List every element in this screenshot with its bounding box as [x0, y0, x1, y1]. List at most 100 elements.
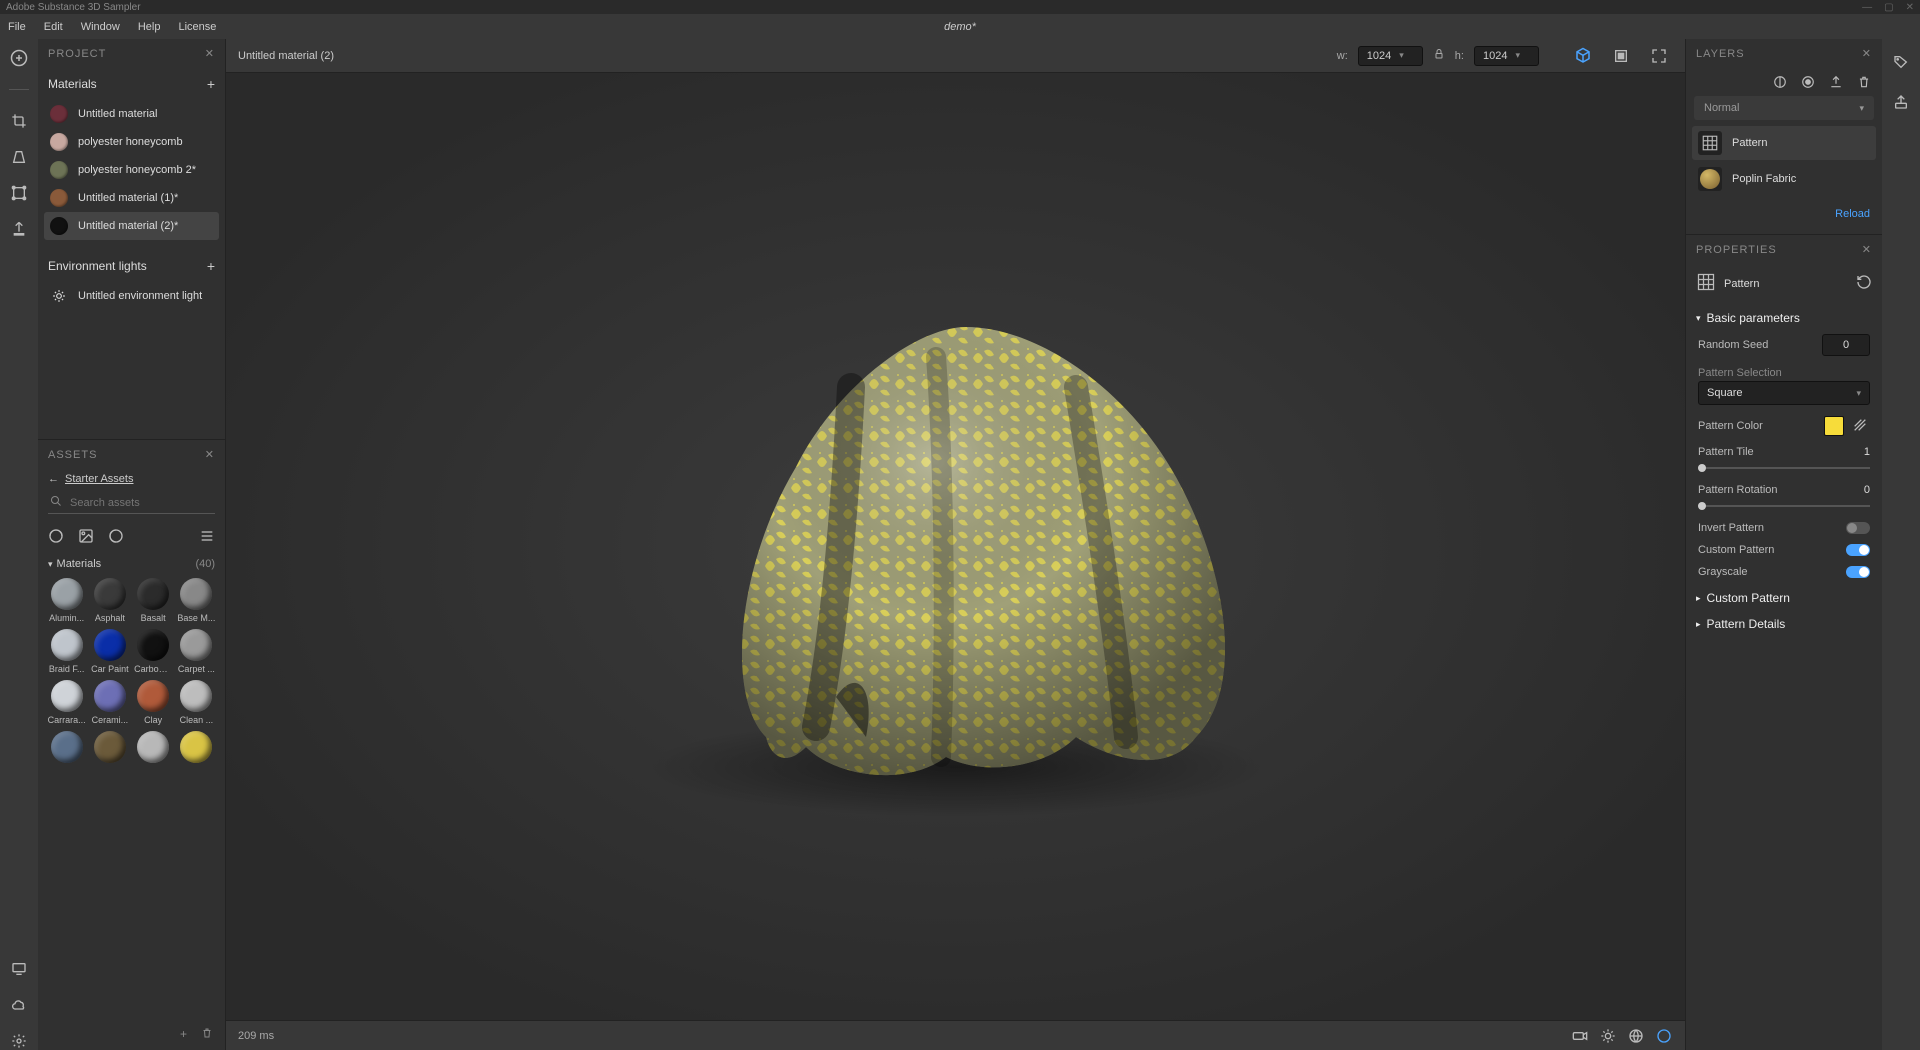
- asset-item[interactable]: Clay: [133, 680, 174, 725]
- layer-mask-icon[interactable]: [1800, 74, 1816, 90]
- pattern-details-section[interactable]: ▸ Pattern Details: [1686, 609, 1882, 635]
- asset-item[interactable]: Alumin...: [46, 578, 87, 623]
- view-3d-icon[interactable]: [1569, 42, 1597, 70]
- asset-label: Base M...: [177, 613, 215, 623]
- grayscale-toggle[interactable]: [1846, 566, 1870, 578]
- display-settings-icon[interactable]: [1627, 1027, 1645, 1045]
- breadcrumb-link[interactable]: Starter Assets: [65, 473, 133, 485]
- asset-item[interactable]: [133, 731, 174, 766]
- close-layers-icon[interactable]: ✕: [1862, 47, 1872, 60]
- filter-image-icon[interactable]: [78, 528, 94, 544]
- asset-item[interactable]: Carrara...: [46, 680, 87, 725]
- asset-item[interactable]: [176, 731, 217, 766]
- env-item[interactable]: Untitled environment light: [44, 282, 219, 310]
- material-item[interactable]: polyester honeycomb 2*: [44, 156, 219, 184]
- custom-toggle[interactable]: [1846, 544, 1870, 556]
- right-toolbar: [1882, 39, 1920, 1050]
- environment-icon[interactable]: [1599, 1027, 1617, 1045]
- chevron-down-icon[interactable]: ▾: [48, 559, 53, 570]
- pattern-tile-slider[interactable]: [1698, 467, 1870, 469]
- share-icon[interactable]: [1892, 93, 1910, 111]
- material-item[interactable]: Untitled material (2)*: [44, 212, 219, 240]
- bounding-box-icon[interactable]: [10, 184, 28, 202]
- close-panel-icon[interactable]: ✕: [205, 47, 215, 60]
- delete-layer-icon[interactable]: [1856, 74, 1872, 90]
- layer-item[interactable]: Pattern: [1692, 126, 1876, 160]
- menu-edit[interactable]: Edit: [44, 21, 63, 33]
- basic-params-section[interactable]: ▾ Basic parameters: [1686, 303, 1882, 329]
- minimize-icon[interactable]: —: [1862, 2, 1872, 13]
- tag-icon[interactable]: [1892, 53, 1910, 71]
- asset-item[interactable]: Carbon ...: [133, 629, 174, 674]
- invert-toggle[interactable]: [1846, 522, 1870, 534]
- asset-label: Braid F...: [49, 664, 85, 674]
- fullscreen-icon[interactable]: [1645, 42, 1673, 70]
- layer-label: Poplin Fabric: [1732, 173, 1796, 185]
- width-select[interactable]: 1024▾: [1358, 46, 1423, 66]
- reset-icon[interactable]: [1856, 274, 1872, 293]
- asset-item[interactable]: Clean ...: [176, 680, 217, 725]
- close-assets-icon[interactable]: ✕: [205, 448, 215, 461]
- asset-item[interactable]: Asphalt: [89, 578, 130, 623]
- menu-file[interactable]: File: [8, 21, 26, 33]
- export-icon[interactable]: [1828, 74, 1844, 90]
- gradient-icon[interactable]: [1852, 417, 1870, 435]
- project-title: PROJECT: [48, 48, 106, 60]
- search-input[interactable]: [48, 493, 215, 514]
- menu-window[interactable]: Window: [81, 21, 120, 33]
- close-icon[interactable]: ✕: [1906, 2, 1914, 13]
- add-env-icon[interactable]: +: [207, 258, 215, 274]
- app-title: Adobe Substance 3D Sampler: [6, 2, 141, 13]
- add-icon[interactable]: [10, 49, 28, 67]
- viewport-3d[interactable]: [226, 73, 1685, 1020]
- back-icon[interactable]: ←: [48, 473, 59, 485]
- asset-item[interactable]: Basalt: [133, 578, 174, 623]
- env-label: Untitled environment light: [78, 290, 202, 302]
- perspective-icon[interactable]: [10, 148, 28, 166]
- maximize-icon[interactable]: ▢: [1884, 2, 1893, 13]
- render-mode-icon[interactable]: [1655, 1027, 1673, 1045]
- asset-item[interactable]: [89, 731, 130, 766]
- menu-license[interactable]: License: [178, 21, 216, 33]
- pattern-rotation-value: 0: [1864, 484, 1870, 496]
- pattern-color-swatch[interactable]: [1824, 416, 1844, 436]
- filter-material-icon[interactable]: [48, 528, 64, 544]
- material-item[interactable]: Untitled material (1)*: [44, 184, 219, 212]
- delete-asset-icon[interactable]: [201, 1027, 213, 1042]
- asset-label: Cerami...: [92, 715, 129, 725]
- menu-help[interactable]: Help: [138, 21, 161, 33]
- close-properties-icon[interactable]: ✕: [1862, 243, 1872, 256]
- material-item[interactable]: polyester honeycomb: [44, 128, 219, 156]
- crop-icon[interactable]: [10, 112, 28, 130]
- view-2d-icon[interactable]: [1607, 42, 1635, 70]
- asset-item[interactable]: Cerami...: [89, 680, 130, 725]
- lock-aspect-icon[interactable]: [1433, 48, 1445, 63]
- layer-label: Pattern: [1732, 137, 1767, 149]
- env-header: Environment lights: [48, 259, 147, 273]
- blend-mode-select[interactable]: Normal▾: [1694, 96, 1874, 120]
- layer-adjust-icon[interactable]: [1772, 74, 1788, 90]
- asset-item[interactable]: Carpet ...: [176, 629, 217, 674]
- send-to-icon[interactable]: [10, 220, 28, 238]
- asset-item[interactable]: [46, 731, 87, 766]
- material-item[interactable]: Untitled material: [44, 100, 219, 128]
- add-asset-icon[interactable]: +: [180, 1027, 187, 1042]
- asset-item[interactable]: Braid F...: [46, 629, 87, 674]
- random-seed-input[interactable]: [1822, 334, 1870, 356]
- custom-pattern-section[interactable]: ▸ Custom Pattern: [1686, 583, 1882, 609]
- asset-item[interactable]: Base M...: [176, 578, 217, 623]
- reload-link[interactable]: Reload: [1835, 208, 1870, 220]
- add-material-icon[interactable]: +: [207, 76, 215, 92]
- camera-icon[interactable]: [1571, 1027, 1589, 1045]
- pattern-rotation-slider[interactable]: [1698, 505, 1870, 507]
- layer-item[interactable]: Poplin Fabric: [1692, 162, 1876, 196]
- filter-env-icon[interactable]: [108, 528, 124, 544]
- desktop-icon[interactable]: [10, 960, 28, 978]
- pattern-selection-select[interactable]: Square▾: [1698, 381, 1870, 405]
- view-list-icon[interactable]: [199, 528, 215, 544]
- asset-item[interactable]: Car Paint: [89, 629, 130, 674]
- cloud-icon[interactable]: [10, 996, 28, 1014]
- settings-icon[interactable]: [10, 1032, 28, 1050]
- asset-thumbnail: [51, 731, 83, 763]
- height-select[interactable]: 1024▾: [1474, 46, 1539, 66]
